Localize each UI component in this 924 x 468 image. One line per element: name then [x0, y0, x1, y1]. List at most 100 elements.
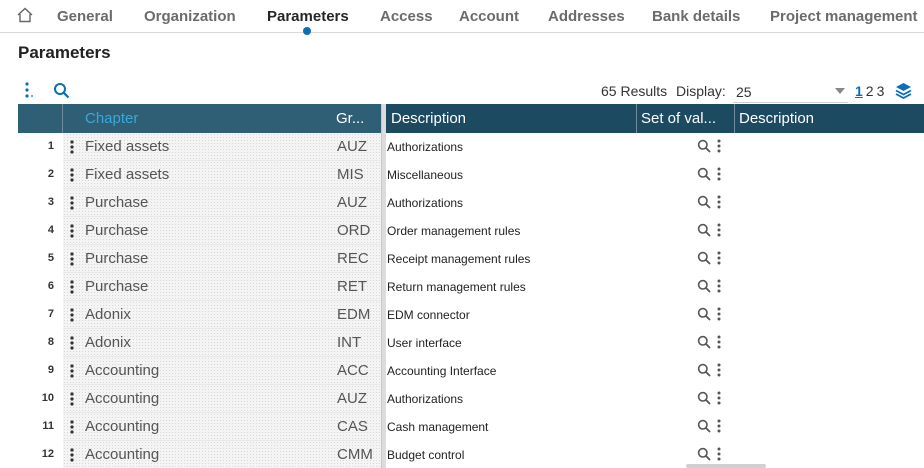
row-search-icon[interactable]	[697, 335, 711, 349]
table-row[interactable]: 1 Fixed assets AUZ Authorizations	[18, 133, 924, 161]
tab-bank-details[interactable]: Bank details	[652, 8, 740, 25]
cell-group[interactable]: MIS	[337, 166, 364, 183]
cell-group[interactable]: INT	[337, 334, 361, 351]
cell-group[interactable]: ORD	[337, 222, 370, 239]
more-vertical-icon[interactable]	[717, 307, 721, 321]
row-search-icon[interactable]	[697, 195, 711, 209]
table-row[interactable]: 12 Accounting CMM Budget control	[18, 441, 924, 468]
tab-project-management[interactable]: Project management	[770, 8, 918, 25]
display-select[interactable]: 25	[736, 84, 752, 100]
table-row[interactable]: 4 Purchase ORD Order management rules	[18, 217, 924, 245]
menu-dots-icon[interactable]	[24, 82, 34, 98]
more-vertical-icon[interactable]	[717, 139, 721, 153]
cell-group[interactable]: CMM	[337, 446, 373, 463]
column-header-chapter[interactable]: Chapter	[80, 104, 331, 133]
row-menu-icon[interactable]	[70, 168, 74, 182]
more-vertical-icon[interactable]	[717, 419, 721, 433]
row-menu-icon[interactable]	[70, 308, 74, 322]
cell-group[interactable]: AUZ	[337, 390, 367, 407]
column-header-description[interactable]: Description	[386, 104, 636, 133]
row-search-icon[interactable]	[697, 419, 711, 433]
table-row[interactable]: 6 Purchase RET Return management rules	[18, 273, 924, 301]
column-header-group[interactable]: Gr...	[331, 104, 381, 133]
tab-parameters[interactable]: Parameters	[267, 8, 349, 25]
layers-icon[interactable]	[895, 82, 912, 99]
cell-group[interactable]: CAS	[337, 418, 368, 435]
cell-chapter[interactable]: Accounting	[85, 418, 159, 435]
frozen-column-divider[interactable]	[381, 104, 386, 468]
cell-group[interactable]: EDM	[337, 306, 370, 323]
cell-chapter[interactable]: Adonix	[85, 306, 131, 323]
row-search-icon[interactable]	[697, 391, 711, 405]
page-link-1[interactable]: 1	[855, 83, 863, 99]
row-menu-icon[interactable]	[70, 196, 74, 210]
row-menu-icon[interactable]	[70, 140, 74, 154]
cell-chapter[interactable]: Purchase	[85, 250, 148, 267]
cell-group[interactable]: RET	[337, 278, 367, 295]
tab-general[interactable]: General	[57, 8, 113, 25]
more-vertical-icon[interactable]	[717, 167, 721, 181]
row-menu-icon[interactable]	[70, 280, 74, 294]
row-search-icon[interactable]	[697, 447, 711, 461]
table-row[interactable]: 11 Accounting CAS Cash management	[18, 413, 924, 441]
cell-group[interactable]: AUZ	[337, 138, 367, 155]
more-vertical-icon[interactable]	[717, 195, 721, 209]
table-row[interactable]: 10 Accounting AUZ Authorizations	[18, 385, 924, 413]
page-title: Parameters	[18, 43, 111, 62]
row-search-icon[interactable]	[697, 223, 711, 237]
row-search-icon[interactable]	[697, 279, 711, 293]
cell-group[interactable]: AUZ	[337, 194, 367, 211]
more-vertical-icon[interactable]	[717, 251, 721, 265]
cell-chapter[interactable]: Fixed assets	[85, 138, 169, 155]
cell-chapter[interactable]: Accounting	[85, 390, 159, 407]
tab-organization[interactable]: Organization	[144, 8, 236, 25]
search-icon[interactable]	[53, 82, 70, 99]
more-vertical-icon[interactable]	[717, 279, 721, 293]
row-menu-icon[interactable]	[70, 448, 74, 462]
row-search-icon[interactable]	[697, 251, 711, 265]
more-vertical-icon[interactable]	[717, 363, 721, 377]
more-vertical-icon[interactable]	[717, 447, 721, 461]
cell-group[interactable]: REC	[337, 250, 369, 267]
table-row[interactable]: 3 Purchase AUZ Authorizations	[18, 189, 924, 217]
column-header-set-of-values[interactable]: Set of val...	[636, 104, 734, 133]
table-row[interactable]: 9 Accounting ACC Accounting Interface	[18, 357, 924, 385]
horizontal-scrollbar[interactable]	[686, 464, 766, 468]
row-search-icon[interactable]	[697, 363, 711, 377]
column-header-description-2[interactable]: Description	[734, 104, 924, 133]
row-menu-icon[interactable]	[70, 420, 74, 434]
row-menu-icon[interactable]	[70, 392, 74, 406]
tab-access[interactable]: Access	[380, 8, 433, 25]
more-vertical-icon[interactable]	[717, 335, 721, 349]
row-number: 9	[47, 364, 54, 376]
more-vertical-icon[interactable]	[717, 223, 721, 237]
home-icon[interactable]	[16, 6, 34, 24]
page-link-3[interactable]: 3	[877, 83, 885, 99]
table-row[interactable]: 7 Adonix EDM EDM connector	[18, 301, 924, 329]
row-menu-icon[interactable]	[70, 224, 74, 238]
more-vertical-icon[interactable]	[717, 391, 721, 405]
tab-addresses[interactable]: Addresses	[548, 8, 625, 25]
chevron-down-icon[interactable]	[835, 88, 845, 94]
table-row[interactable]: 2 Fixed assets MIS Miscellaneous	[18, 161, 924, 189]
row-menu-icon[interactable]	[70, 336, 74, 350]
results-count: 65 Results	[601, 83, 668, 99]
cell-chapter[interactable]: Fixed assets	[85, 166, 169, 183]
row-search-icon[interactable]	[697, 167, 711, 181]
tab-account[interactable]: Account	[459, 8, 519, 25]
row-menu-icon[interactable]	[70, 252, 74, 266]
table-row[interactable]: 8 Adonix INT User interface	[18, 329, 924, 357]
cell-chapter[interactable]: Purchase	[85, 194, 148, 211]
row-menu-icon[interactable]	[70, 364, 74, 378]
cell-chapter[interactable]: Accounting	[85, 362, 159, 379]
row-search-icon[interactable]	[697, 139, 711, 153]
row-search-icon[interactable]	[697, 307, 711, 321]
cell-chapter[interactable]: Purchase	[85, 222, 148, 239]
table-row[interactable]: 5 Purchase REC Receipt management rules	[18, 245, 924, 273]
cell-chapter[interactable]: Purchase	[85, 278, 148, 295]
cell-group[interactable]: ACC	[337, 362, 369, 379]
cell-description: Return management rules	[387, 280, 526, 294]
page-link-2[interactable]: 2	[866, 83, 874, 99]
cell-chapter[interactable]: Accounting	[85, 446, 159, 463]
cell-chapter[interactable]: Adonix	[85, 334, 131, 351]
